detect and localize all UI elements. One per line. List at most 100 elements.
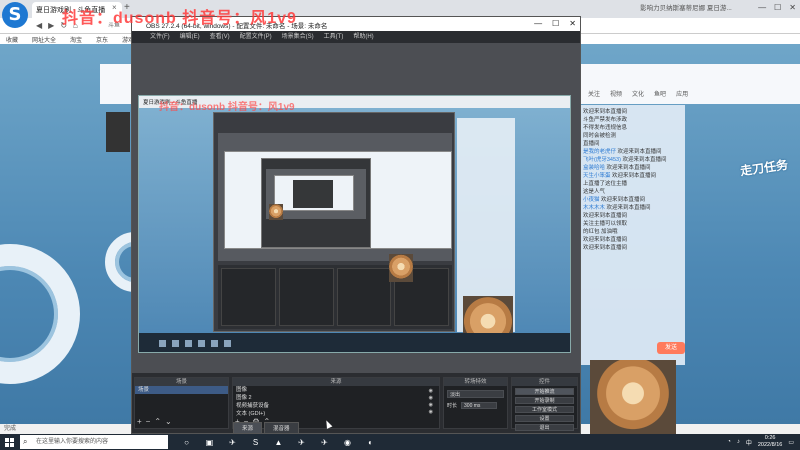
duration-field[interactable]: 300 ms: [461, 402, 498, 409]
exit-button[interactable]: 退出: [515, 424, 574, 431]
settings-button[interactable]: 设置: [515, 415, 574, 422]
close-window-icon[interactable]: ✕: [789, 3, 796, 12]
obs-app-icon[interactable]: ◉: [343, 438, 352, 447]
chat-message: 欢迎来到本直播间: [583, 237, 628, 243]
app-icon[interactable]: ✈: [320, 438, 329, 447]
obs-minimize-icon[interactable]: —: [534, 19, 542, 28]
taskbar-search[interactable]: ⌕ 在这里输入你要搜索的内容: [20, 435, 168, 449]
windows-logo-icon: [4, 437, 14, 447]
menu-profile[interactable]: 配置文件(P): [240, 31, 272, 43]
browser-logo-icon[interactable]: S: [2, 2, 28, 28]
top-icon-apps[interactable]: 应用: [676, 89, 688, 98]
game-sign: 走刀任务: [739, 157, 789, 179]
send-button[interactable]: 发送: [657, 342, 685, 354]
source-item[interactable]: 图像: [233, 386, 439, 394]
top-icon-forum[interactable]: 鱼吧: [654, 89, 666, 98]
browser-search-hint[interactable]: 影响力贝纳斯塞蒂尼娜 夏日游...: [640, 2, 750, 12]
volume-icon[interactable]: ♪: [737, 439, 740, 445]
obs-menubar: 文件(F) 编辑(E) 查看(V) 配置文件(P) 场景集合(S) 工具(T) …: [132, 31, 580, 43]
menu-scene-collection[interactable]: 场景集合(S): [282, 31, 314, 43]
obs-docks: 场景 场景 + − ⌃ ⌄ 来源 图像 图像 2 视频捕获设备 文本 (GDI+…: [132, 373, 580, 433]
top-icon-follow[interactable]: 关注: [588, 89, 600, 98]
obs-close-icon[interactable]: ✕: [569, 19, 576, 28]
notification-icon[interactable]: ▭: [788, 439, 794, 446]
chat-message: 欢迎来到本直播间: [583, 213, 628, 219]
bookmark-item[interactable]: 收藏: [6, 35, 18, 44]
up-icon[interactable]: ⌃: [154, 417, 161, 426]
eye-icon[interactable]: ◉: [429, 395, 433, 401]
controls-dock: 控件 开始推流 开始录制 工作室模式 设置 退出: [511, 377, 578, 431]
clock-time: 0:26: [764, 435, 776, 441]
nested-capture-3: [274, 175, 354, 211]
chat-message: 飞叶(虎牙3453) 欢迎来到本直播间: [583, 157, 667, 163]
app-icon[interactable]: ◐: [366, 438, 375, 447]
dock-header: 控件: [512, 378, 577, 386]
ime-icon[interactable]: 中: [746, 438, 752, 447]
dog-photo: [389, 254, 413, 282]
menu-help[interactable]: 帮助(H): [353, 31, 373, 43]
app-icon[interactable]: ▲: [274, 438, 283, 447]
maximize-icon[interactable]: ☐: [774, 3, 781, 12]
add-icon[interactable]: +: [137, 417, 142, 426]
top-icon-video[interactable]: 视频: [610, 89, 622, 98]
bookmark-item[interactable]: 京东: [96, 35, 108, 44]
chat-message: 木木木木 欢迎来到本直播间: [583, 205, 651, 211]
chat-message: 不得发布违规信息: [583, 125, 628, 131]
start-streaming-button[interactable]: 开始推流: [515, 388, 574, 395]
streamer-avatar[interactable]: [106, 112, 130, 152]
dock-header: 转场特效: [444, 378, 507, 386]
app-icon[interactable]: ▣: [205, 438, 214, 447]
eye-icon[interactable]: ◉: [429, 409, 433, 415]
browser-app-icon[interactable]: S: [251, 438, 260, 447]
down-icon[interactable]: ⌄: [165, 417, 172, 426]
source-item[interactable]: 图像 2: [233, 394, 439, 402]
app-icon[interactable]: ✈: [228, 438, 237, 447]
menu-file[interactable]: 文件(F): [150, 31, 170, 43]
clock[interactable]: 0:26 2022/8/16: [758, 435, 782, 449]
eye-icon[interactable]: ◉: [429, 388, 433, 394]
windows-taskbar: ⌕ 在这里输入你要搜索的内容 ○ ▣ ✈ S ▲ ✈ ✈ ◉ ◐ ◔ ♪ 中 0…: [0, 434, 800, 450]
start-button[interactable]: [0, 434, 18, 450]
back-icon[interactable]: ◀: [36, 21, 42, 30]
menu-view[interactable]: 查看(V): [210, 31, 230, 43]
chat-message: 欢迎来到本直播间: [583, 109, 628, 115]
clock-date: 2022/8/16: [757, 442, 783, 448]
nested-capture-2: [224, 151, 452, 249]
swim-ring-decoration: [0, 244, 80, 384]
app-icon[interactable]: ✈: [297, 438, 306, 447]
chat-message: 上直播了这位主播: [583, 181, 628, 187]
dog-webcam: [590, 360, 676, 434]
recursive-capture: 夏日游戏刷 - 斗鱼直播 抖音：dusonb 抖音号：风1v9: [138, 95, 571, 353]
menu-tools[interactable]: 工具(T): [324, 31, 344, 43]
eye-icon[interactable]: ◉: [429, 402, 433, 408]
remove-icon[interactable]: −: [146, 417, 151, 426]
task-view-icon[interactable]: ○: [182, 438, 191, 447]
bookmark-item[interactable]: 网址大全: [32, 35, 56, 44]
chat-message: 直播间: [583, 141, 600, 147]
forward-icon[interactable]: ▶: [48, 21, 54, 30]
window-controls: 影响力贝纳斯塞蒂尼娜 夏日游... — ☐ ✕: [640, 2, 796, 13]
source-item[interactable]: 视频捕获设备: [233, 402, 439, 410]
network-icon[interactable]: ◔: [727, 439, 731, 445]
minimize-icon[interactable]: —: [758, 3, 766, 12]
start-recording-button[interactable]: 开始录制: [515, 397, 574, 404]
menu-edit[interactable]: 编辑(E): [180, 31, 200, 43]
chat-message: 同时会被检测: [583, 133, 617, 139]
studio-mode-button[interactable]: 工作室模式: [515, 406, 574, 413]
chat-message: 斗鱼严禁发布涉政: [583, 117, 628, 123]
tab-mixer[interactable]: 混音器: [264, 422, 299, 434]
search-icon: ⌕: [23, 437, 28, 446]
search-placeholder: 在这里输入你要搜索的内容: [36, 439, 109, 445]
chat-message: 盒装哈哈 欢迎来到本直播间: [583, 165, 651, 171]
bookmark-item[interactable]: 淘宝: [70, 35, 82, 44]
obs-maximize-icon[interactable]: ☐: [552, 19, 559, 28]
dock-header: 来源: [233, 378, 439, 386]
top-icon-culture[interactable]: 文化: [632, 89, 644, 98]
system-tray: ◔ ♪ 中 0:26 2022/8/16 ▭: [727, 434, 794, 450]
chat-message: 的红包 加油哦: [583, 229, 618, 235]
chat-message: 是我的老虎仔 欢迎来到本直播间: [583, 149, 662, 155]
scene-item[interactable]: 场景: [135, 386, 228, 394]
transition-select[interactable]: 淡出: [447, 390, 504, 398]
tab-sources[interactable]: 来源: [233, 422, 263, 434]
obs-preview[interactable]: 夏日游戏刷 - 斗鱼直播 抖音：dusonb 抖音号：风1v9: [132, 43, 580, 373]
